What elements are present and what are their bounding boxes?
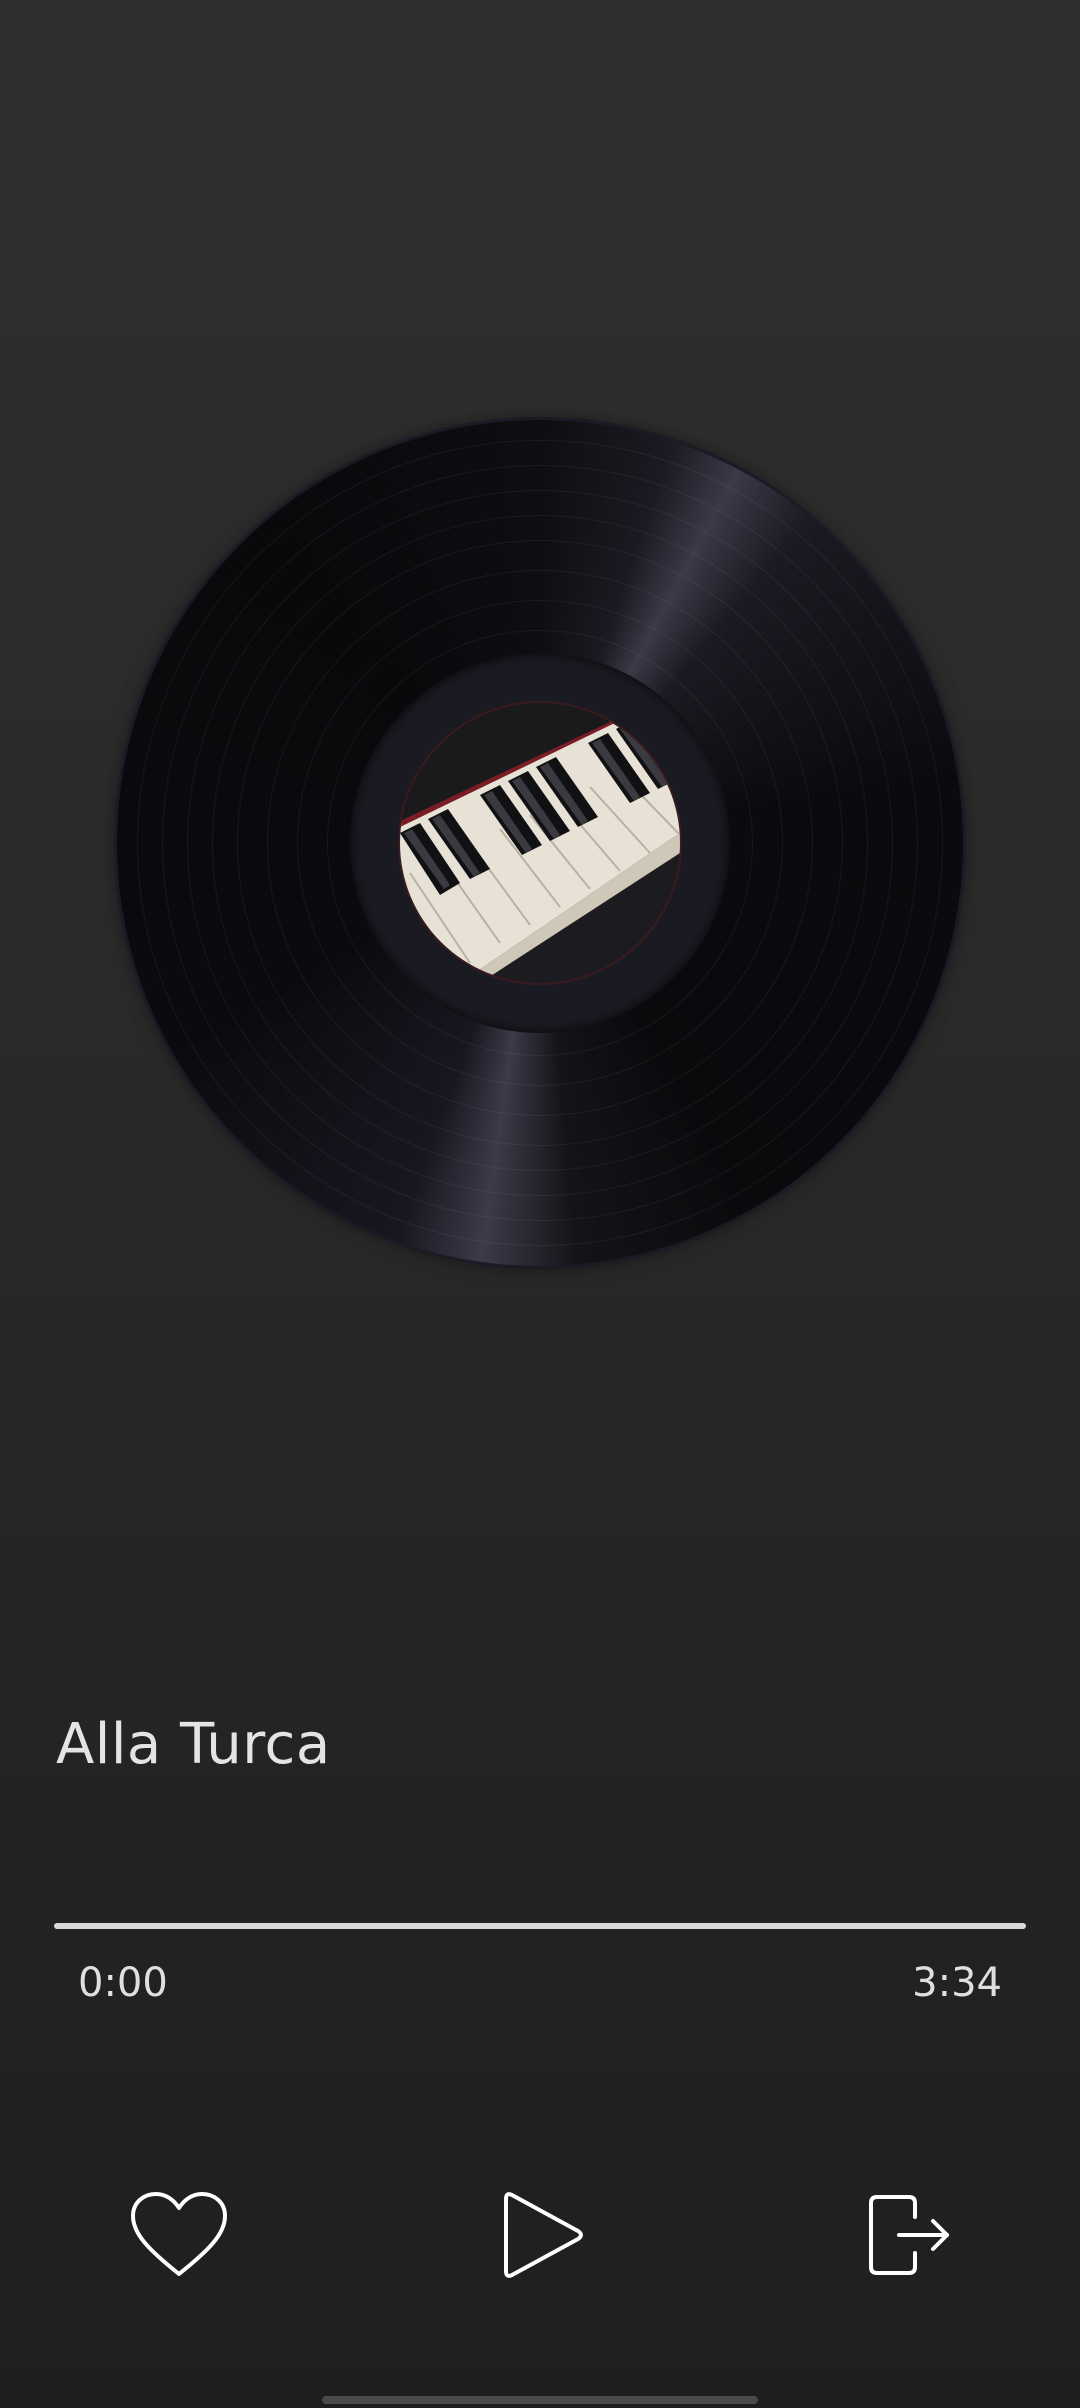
- progress-bar[interactable]: [54, 1923, 1026, 1929]
- album-art-piano-keys: [400, 703, 680, 983]
- song-title: Alla Turca: [56, 1712, 331, 1777]
- exit-button[interactable]: [852, 2180, 962, 2290]
- home-indicator[interactable]: [322, 2396, 758, 2404]
- heart-outline-icon: [129, 2190, 229, 2280]
- play-button[interactable]: [488, 2180, 598, 2290]
- like-button[interactable]: [124, 2180, 234, 2290]
- play-outline-icon: [498, 2187, 588, 2283]
- vinyl-record: [117, 420, 963, 1266]
- exit-door-icon: [859, 2187, 955, 2283]
- total-duration: 3:34: [912, 1960, 1002, 2006]
- current-time: 0:00: [78, 1960, 168, 2006]
